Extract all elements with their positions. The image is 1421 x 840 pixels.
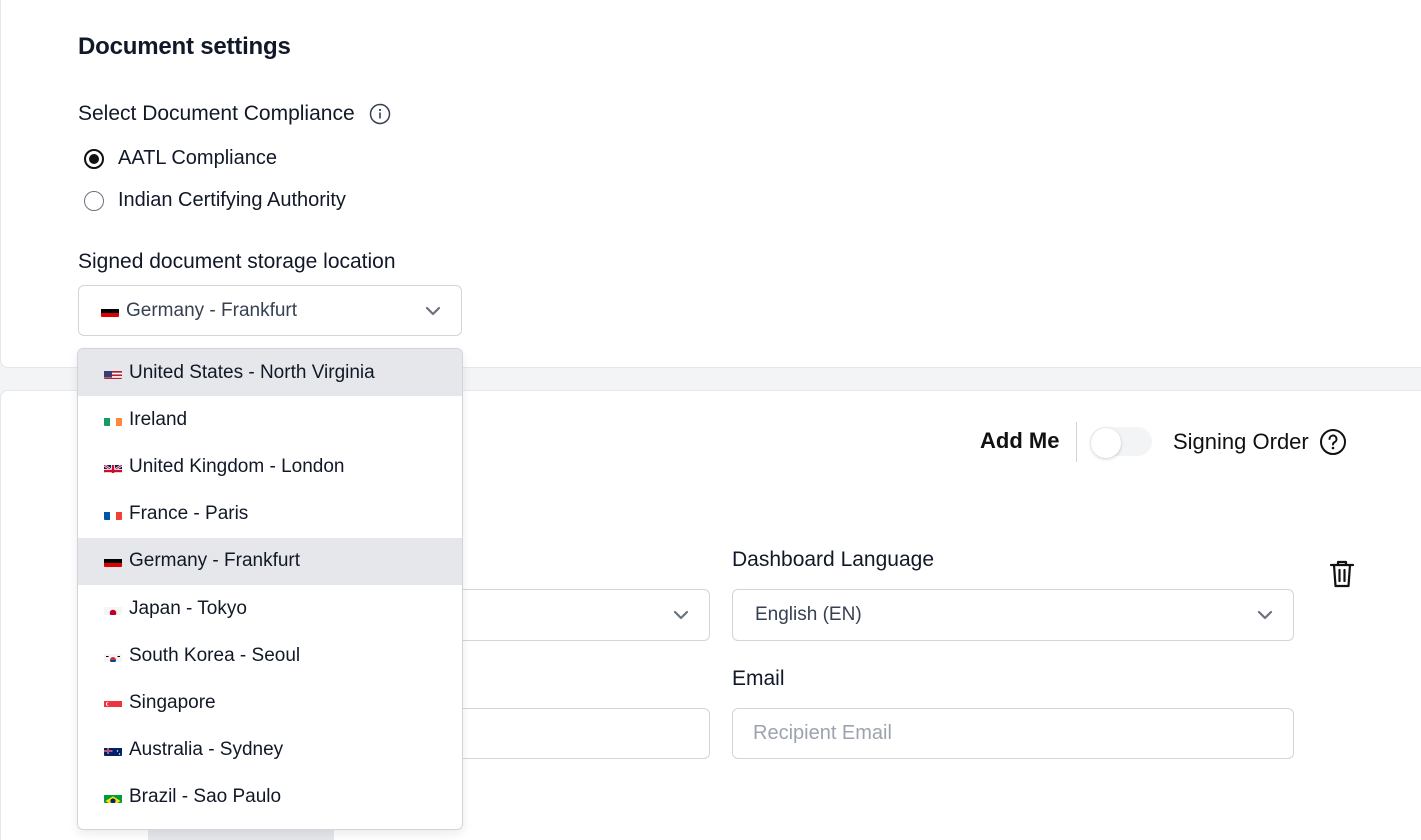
divider bbox=[1076, 422, 1077, 462]
chevron-down-icon bbox=[673, 610, 689, 620]
option-label: Singapore bbox=[129, 691, 216, 713]
gb-flag-icon bbox=[104, 461, 122, 473]
option-label: Germany - Frankfurt bbox=[129, 550, 301, 572]
signing-order-label: Signing Order bbox=[1173, 429, 1309, 454]
option-singapore[interactable]: Singapore bbox=[78, 679, 462, 726]
indian-ca-label: Indian Certifying Authority bbox=[118, 189, 346, 211]
compliance-label: Select Document Compliance bbox=[78, 102, 391, 126]
help-icon[interactable] bbox=[1319, 428, 1347, 456]
option-ireland[interactable]: Ireland bbox=[78, 396, 462, 443]
option-japan-tokyo[interactable]: Japan - Tokyo bbox=[78, 585, 462, 632]
option-label: United Kingdom - London bbox=[129, 455, 345, 477]
dashboard-language-select[interactable]: English (EN) bbox=[732, 589, 1294, 641]
add-me-toggle[interactable] bbox=[1090, 427, 1152, 458]
option-label: South Korea - Seoul bbox=[129, 644, 301, 666]
option-label: Ireland bbox=[129, 408, 188, 430]
storage-selected-value: Germany - Frankfurt bbox=[126, 299, 298, 321]
option-brazil-sao-paulo[interactable]: Brazil - Sao Paulo bbox=[78, 774, 462, 821]
au-flag-icon bbox=[104, 744, 122, 757]
sg-flag-icon bbox=[104, 697, 122, 709]
compliance-option-aatl[interactable]: AATL Compliance bbox=[84, 147, 277, 170]
section-title: Document settings bbox=[78, 33, 291, 60]
aatl-radio[interactable] bbox=[84, 148, 104, 169]
option-germany-frankfurt[interactable]: Germany - Frankfurt bbox=[78, 537, 462, 585]
chevron-down-icon bbox=[1257, 610, 1273, 620]
toggle-knob bbox=[1091, 428, 1121, 458]
option-label: Australia - Sydney bbox=[129, 739, 284, 761]
compliance-option-indian-ca[interactable]: Indian Certifying Authority bbox=[84, 189, 346, 212]
us-flag-icon bbox=[104, 367, 122, 379]
email-input[interactable] bbox=[732, 708, 1294, 759]
dashboard-language-label: Dashboard Language bbox=[732, 548, 935, 571]
br-flag-icon bbox=[104, 791, 122, 804]
option-label: Brazil - Sao Paulo bbox=[129, 786, 282, 808]
email-label: Email bbox=[732, 667, 785, 690]
indian-ca-radio[interactable] bbox=[84, 190, 104, 211]
trash-icon[interactable] bbox=[1327, 558, 1357, 590]
option-australia-sydney[interactable]: Australia - Sydney bbox=[78, 727, 462, 774]
option-uk-london[interactable]: United Kingdom - London bbox=[78, 443, 462, 490]
ie-flag-icon bbox=[104, 414, 122, 426]
jp-flag-icon bbox=[104, 603, 122, 615]
option-label: Japan - Tokyo bbox=[129, 597, 247, 619]
storage-location-label: Signed document storage location bbox=[78, 250, 396, 273]
kr-flag-icon bbox=[104, 650, 122, 662]
storage-location-dropdown: United States - North Virginia Ireland U… bbox=[77, 348, 463, 830]
option-label: France - Paris bbox=[129, 503, 249, 525]
de-flag-icon bbox=[104, 555, 122, 568]
fr-flag-icon bbox=[104, 508, 122, 521]
add-me-label: Add Me bbox=[980, 428, 1060, 453]
option-label: United States - North Virginia bbox=[129, 361, 375, 383]
option-france-paris[interactable]: France - Paris bbox=[78, 491, 462, 538]
de-flag-icon bbox=[101, 305, 119, 317]
option-us-north-virginia[interactable]: United States - North Virginia bbox=[78, 349, 462, 397]
compliance-label-text: Select Document Compliance bbox=[78, 102, 355, 125]
info-icon[interactable] bbox=[369, 103, 391, 125]
aatl-label: AATL Compliance bbox=[118, 147, 277, 169]
dashboard-language-value: English (EN) bbox=[755, 604, 862, 625]
storage-location-select[interactable]: Germany - Frankfurt bbox=[78, 285, 462, 336]
chevron-down-icon bbox=[425, 306, 441, 315]
option-south-korea-seoul[interactable]: South Korea - Seoul bbox=[78, 632, 462, 679]
signing-order[interactable]: Signing Order bbox=[1173, 428, 1347, 456]
